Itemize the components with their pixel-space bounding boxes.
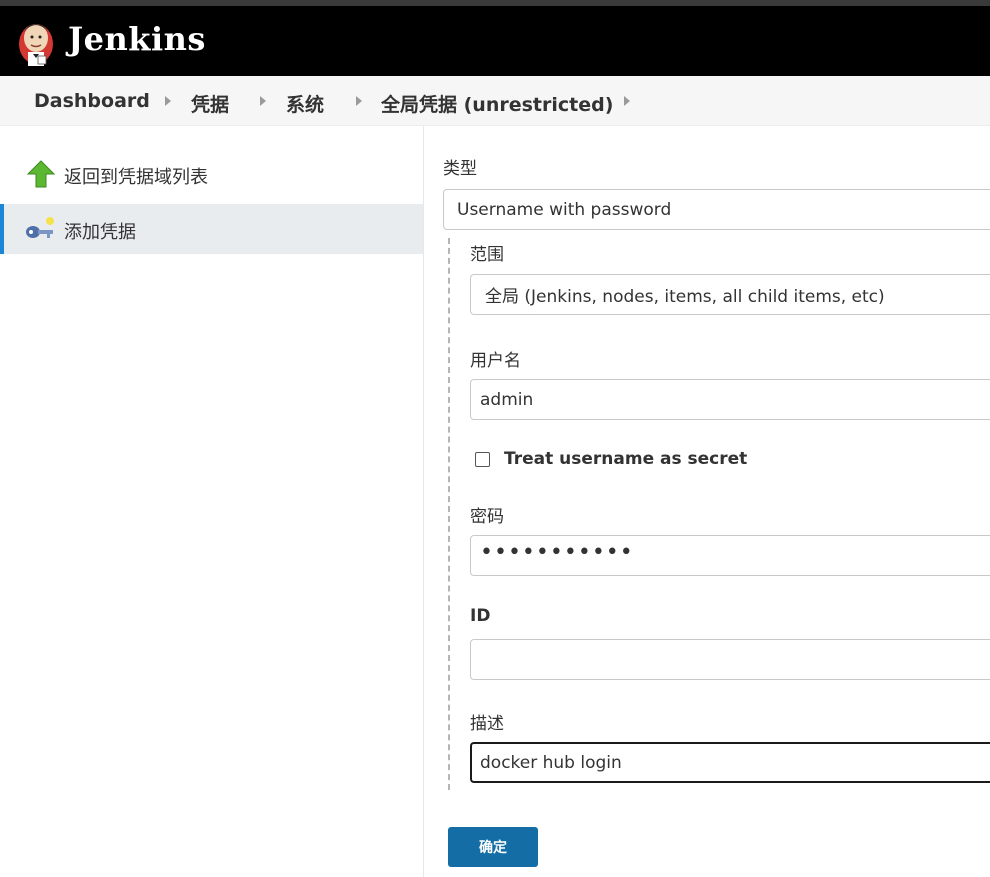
breadcrumb-system[interactable]: 系统 xyxy=(286,90,324,117)
breadcrumb-global-credentials[interactable]: 全局凭据 (unrestricted) xyxy=(381,90,613,117)
description-label: 描述 xyxy=(470,714,504,734)
jenkins-butler-icon[interactable] xyxy=(16,14,56,70)
username-field[interactable]: admin xyxy=(470,379,990,420)
app-header: Jenkins xyxy=(0,6,990,76)
sidebar: 返回到凭据域列表 添加凭据 xyxy=(0,126,424,877)
breadcrumb-dashboard[interactable]: Dashboard xyxy=(34,90,150,112)
id-label: ID xyxy=(470,606,491,626)
breadcrumb-credentials[interactable]: 凭据 xyxy=(191,90,229,117)
scope-select-value: 全局 (Jenkins, nodes, items, all child ite… xyxy=(485,287,885,307)
treat-username-secret-label[interactable]: Treat username as secret xyxy=(504,449,747,469)
sidebar-item-add-credentials[interactable]: 添加凭据 xyxy=(0,204,423,254)
description-value: docker hub login xyxy=(480,752,622,773)
chevron-right-icon[interactable] xyxy=(624,96,630,106)
password-field[interactable]: ••••••••••• xyxy=(470,535,990,576)
scope-label: 范围 xyxy=(470,245,504,265)
nested-section-divider xyxy=(448,238,450,790)
up-arrow-icon xyxy=(26,160,56,188)
username-label: 用户名 xyxy=(470,351,521,371)
sidebar-item-label: 返回到凭据域列表 xyxy=(64,167,208,188)
scope-select[interactable]: 全局 (Jenkins, nodes, items, all child ite… xyxy=(470,274,990,315)
sidebar-item-back-to-domains[interactable]: 返回到凭据域列表 xyxy=(0,149,423,199)
app-name[interactable]: Jenkins xyxy=(68,20,206,58)
kind-select[interactable]: Username with password xyxy=(443,189,990,230)
username-value: admin xyxy=(480,389,534,410)
sidebar-item-label: 添加凭据 xyxy=(64,222,136,243)
kind-label: 类型 xyxy=(443,159,477,179)
chevron-right-icon[interactable] xyxy=(165,96,171,106)
id-field[interactable] xyxy=(470,639,990,680)
submit-button[interactable]: 确定 xyxy=(448,827,538,867)
chevron-right-icon[interactable] xyxy=(260,96,266,106)
breadcrumb: Dashboard 凭据 系统 全局凭据 (unrestricted) xyxy=(0,76,990,126)
key-icon xyxy=(26,217,54,238)
description-field[interactable]: docker hub login xyxy=(470,742,990,783)
chevron-right-icon[interactable] xyxy=(356,96,362,106)
treat-username-secret-checkbox[interactable] xyxy=(475,452,490,467)
password-value: ••••••••••• xyxy=(480,539,634,565)
kind-select-value: Username with password xyxy=(457,199,672,220)
password-label: 密码 xyxy=(470,507,504,527)
